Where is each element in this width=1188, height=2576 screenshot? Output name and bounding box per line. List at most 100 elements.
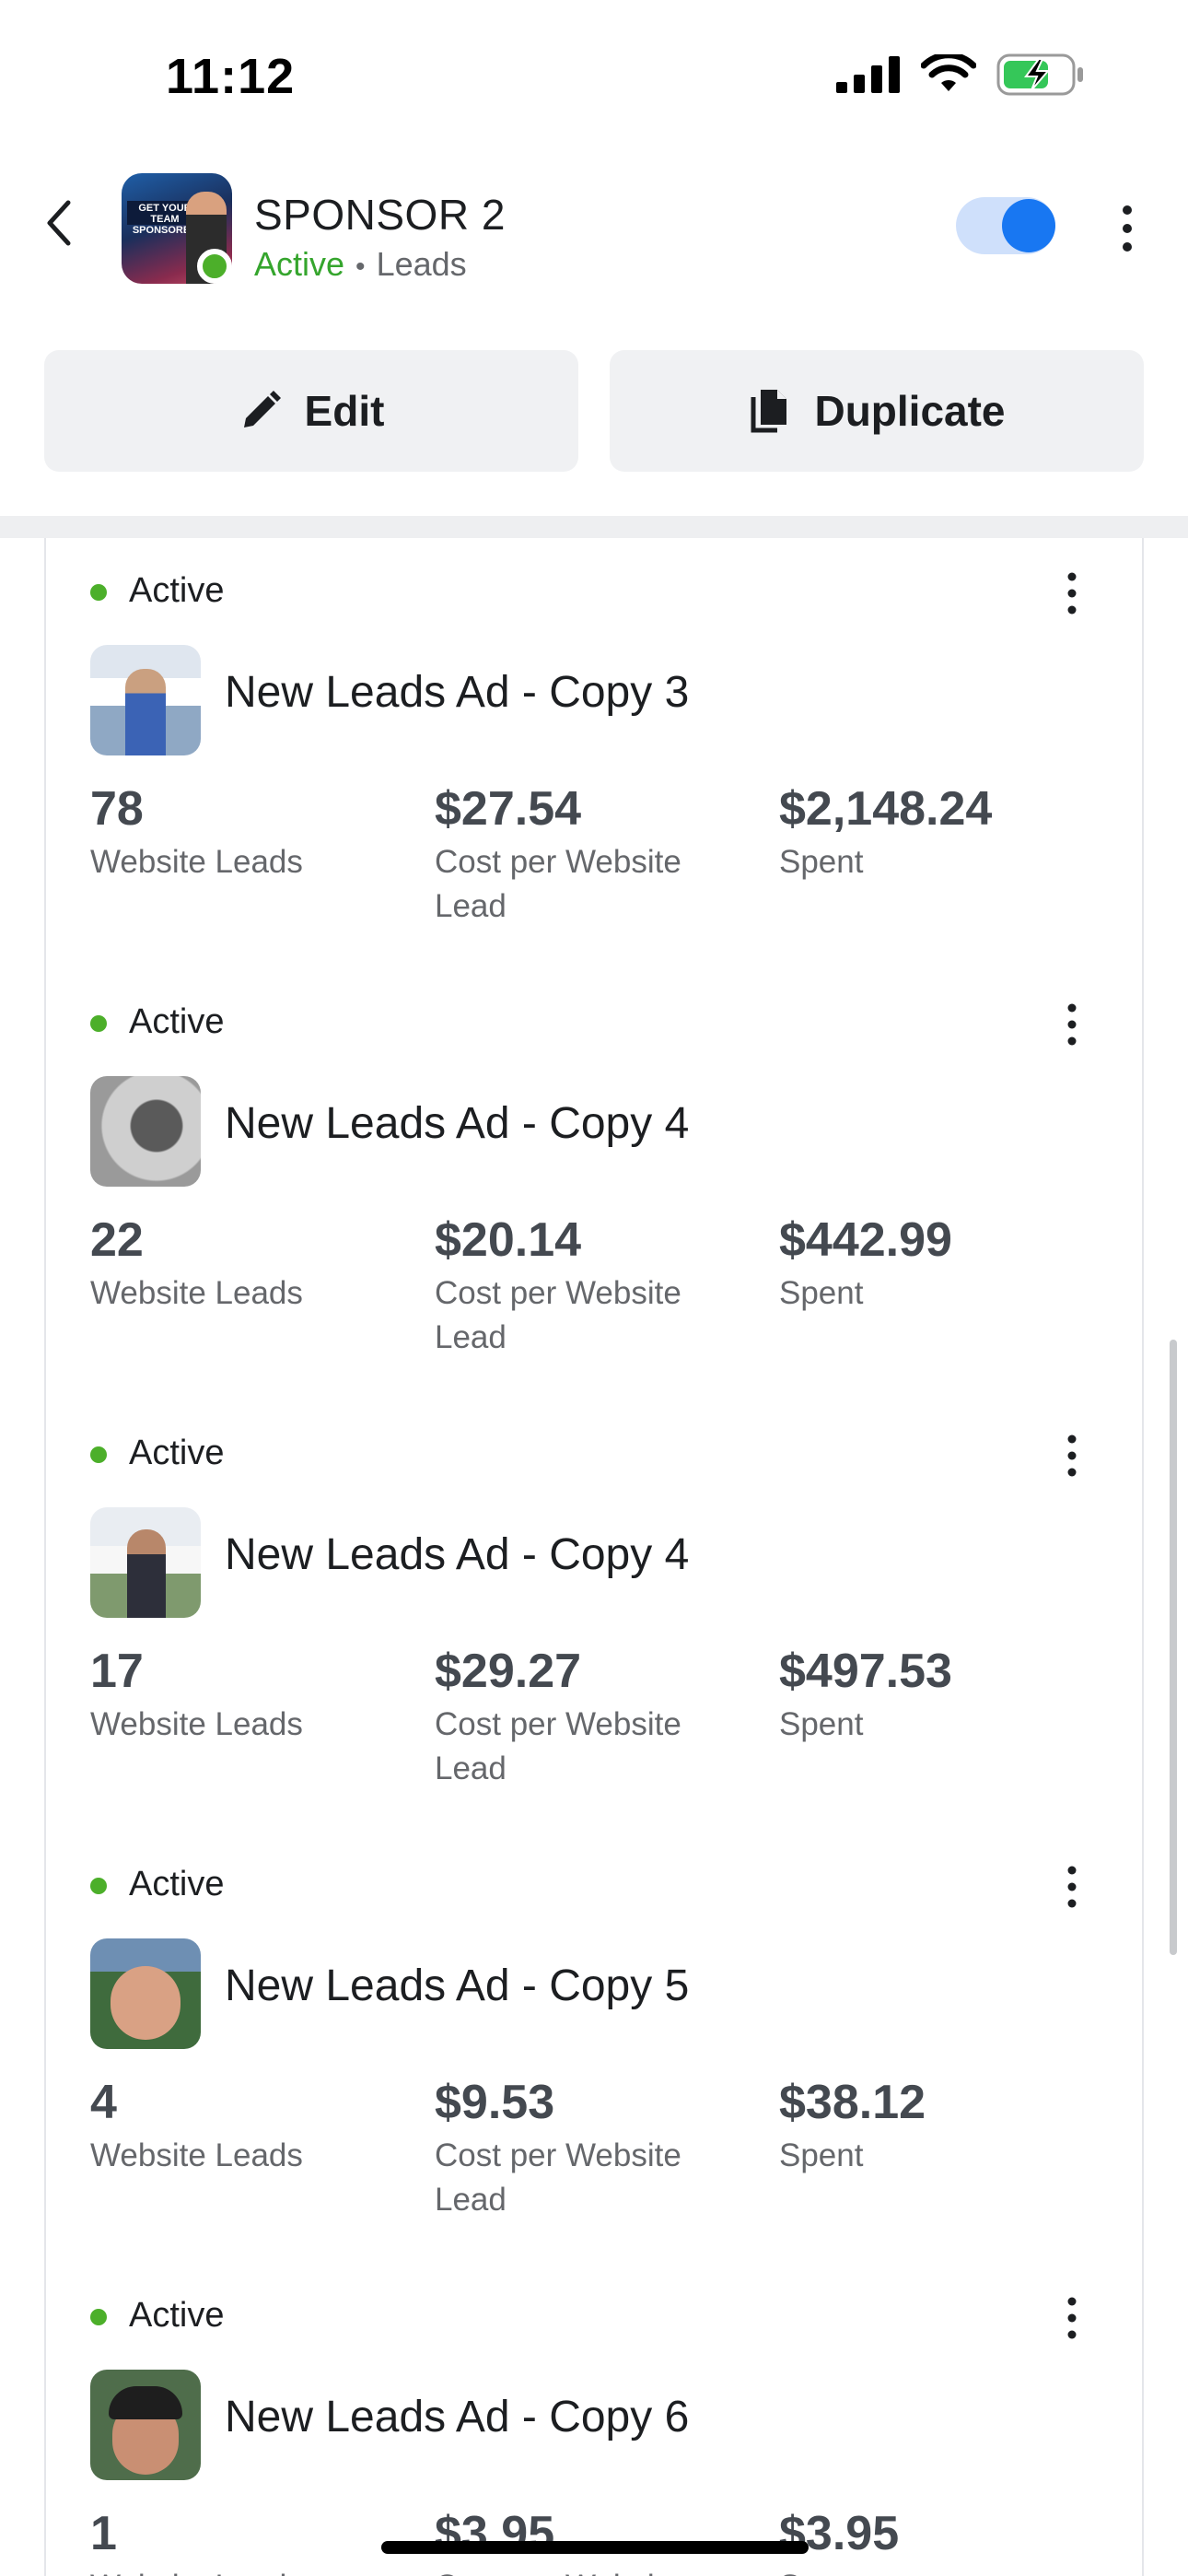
ad-thumbnail bbox=[90, 1938, 201, 2049]
ad-status: Active bbox=[129, 571, 225, 610]
ad-name: New Leads Ad - Copy 5 bbox=[225, 1961, 690, 2010]
more-vertical-icon[interactable] bbox=[1061, 571, 1083, 615]
battery-charging-icon bbox=[996, 53, 1083, 96]
metric-label: Spent bbox=[779, 2565, 1111, 2576]
metric-leads: 78 Website Leads bbox=[90, 781, 422, 884]
metric-label: Website Leads bbox=[90, 1275, 303, 1311]
metric-cost-per-lead: $27.54 Cost per Website Lead bbox=[435, 781, 739, 929]
metric-leads: 4 Website Leads bbox=[90, 2075, 422, 2178]
metric-cost-per-lead: $29.27 Cost per Website Lead bbox=[435, 1644, 739, 1791]
status-dot bbox=[90, 584, 107, 601]
metric-spent: $3.95 Spent bbox=[779, 2506, 1111, 2576]
metric-label: Spent bbox=[779, 1706, 864, 1742]
metric-label: Cost per Website Lead bbox=[435, 844, 681, 924]
campaign-status: Active bbox=[254, 245, 345, 283]
metric-label: Spent bbox=[779, 2137, 864, 2173]
ads-list: Active New Leads Ad - Copy 3 78 Website L… bbox=[44, 538, 1144, 2576]
metric-value: $3.95 bbox=[779, 2507, 900, 2560]
copy-icon bbox=[751, 390, 787, 433]
status-dot bbox=[90, 2309, 107, 2325]
section-divider bbox=[0, 516, 1188, 538]
back-chevron-icon[interactable] bbox=[41, 195, 77, 251]
metric-cost-per-lead: $9.53 Cost per Website Lead bbox=[435, 2075, 739, 2222]
metric-label: Spent bbox=[779, 1275, 864, 1311]
metric-value: $497.53 bbox=[779, 1645, 952, 1698]
metric-value: 17 bbox=[90, 1645, 144, 1698]
campaign-header: GET YOUR TEAM SPONSORED SPONSOR 2 Active… bbox=[0, 157, 1188, 472]
ad-status: Active bbox=[129, 1002, 225, 1041]
metric-spent: $442.99 Spent bbox=[779, 1212, 1111, 1316]
metric-value: 4 bbox=[90, 2076, 117, 2129]
metric-label: Website Leads bbox=[90, 1706, 303, 1742]
metric-label: Website Leads bbox=[90, 2565, 422, 2576]
ad-name: New Leads Ad - Copy 6 bbox=[225, 2393, 690, 2441]
metric-label: Cost per Website Lead bbox=[435, 2565, 739, 2576]
status-icons bbox=[836, 53, 1085, 96]
ad-status: Active bbox=[129, 1865, 225, 1903]
metric-spent: $497.53 Spent bbox=[779, 1644, 1111, 1747]
toggle-knob bbox=[1002, 199, 1055, 252]
metric-value: 1 bbox=[90, 2507, 117, 2560]
metric-value: $29.27 bbox=[435, 1645, 582, 1698]
campaign-subtitle: Active • Leads bbox=[254, 245, 467, 284]
metric-value: 22 bbox=[90, 1213, 144, 1267]
subtitle-separator: • bbox=[355, 252, 366, 282]
metric-value: $20.14 bbox=[435, 1213, 582, 1267]
metric-value: $2,148.24 bbox=[779, 782, 993, 836]
list-item[interactable]: Active New Leads Ad - Copy 4 17 Website L… bbox=[46, 1400, 1142, 1832]
metric-leads: 22 Website Leads bbox=[90, 1212, 422, 1316]
more-vertical-icon[interactable] bbox=[1061, 1434, 1083, 1478]
campaign-title: SPONSOR 2 bbox=[254, 191, 506, 239]
ad-status: Active bbox=[129, 1434, 225, 1472]
ad-name: New Leads Ad - Copy 3 bbox=[225, 668, 690, 717]
metric-value: $442.99 bbox=[779, 1213, 952, 1267]
cellular-signal-icon bbox=[836, 56, 900, 93]
ad-thumbnail bbox=[90, 1507, 201, 1618]
metric-label: Cost per Website Lead bbox=[435, 1275, 681, 1355]
ad-thumbnail bbox=[90, 2370, 201, 2480]
status-dot bbox=[90, 1878, 107, 1894]
ad-status: Active bbox=[129, 2296, 225, 2335]
status-dot bbox=[90, 1015, 107, 1032]
metric-spent: $2,148.24 Spent bbox=[779, 781, 1111, 884]
more-vertical-icon[interactable] bbox=[1114, 201, 1140, 256]
duplicate-button[interactable]: Duplicate bbox=[610, 350, 1144, 472]
ad-name: New Leads Ad - Copy 4 bbox=[225, 1530, 690, 1579]
list-item[interactable]: Active New Leads Ad - Copy 4 22 Website L… bbox=[46, 969, 1142, 1400]
metric-value: $38.12 bbox=[779, 2076, 926, 2129]
more-vertical-icon[interactable] bbox=[1061, 2296, 1083, 2340]
metric-leads: 1 Website Leads bbox=[90, 2506, 422, 2576]
home-indicator[interactable] bbox=[381, 2541, 809, 2554]
edit-button-label: Edit bbox=[304, 387, 385, 435]
list-item[interactable]: Active New Leads Ad - Copy 3 78 Website L… bbox=[46, 538, 1142, 969]
list-item[interactable]: Active New Leads Ad - Copy 5 4 Website Le… bbox=[46, 1832, 1142, 2263]
metric-value: $27.54 bbox=[435, 782, 582, 836]
status-time: 11:12 bbox=[166, 49, 296, 104]
more-vertical-icon[interactable] bbox=[1061, 1865, 1083, 1909]
metric-value: $9.53 bbox=[435, 2076, 555, 2129]
metric-label: Cost per Website Lead bbox=[435, 1706, 681, 1786]
edit-button[interactable]: Edit bbox=[44, 350, 578, 472]
metric-spent: $38.12 Spent bbox=[779, 2075, 1111, 2178]
wifi-icon bbox=[921, 54, 976, 91]
scrollbar[interactable] bbox=[1170, 1340, 1177, 1955]
status-bar: 11:12 bbox=[0, 0, 1188, 157]
metric-label: Website Leads bbox=[90, 2137, 303, 2173]
duplicate-button-label: Duplicate bbox=[814, 387, 1006, 435]
more-vertical-icon[interactable] bbox=[1061, 1002, 1083, 1047]
pencil-icon bbox=[243, 391, 281, 427]
metric-label: Cost per Website Lead bbox=[435, 2137, 681, 2218]
campaign-active-toggle[interactable] bbox=[956, 197, 1055, 254]
metric-label: Spent bbox=[779, 844, 864, 880]
campaign-objective: Leads bbox=[376, 245, 467, 283]
status-dot bbox=[90, 1446, 107, 1463]
ad-thumbnail bbox=[90, 1076, 201, 1187]
metric-value: 78 bbox=[90, 782, 144, 836]
list-item[interactable]: Active New Leads Ad - Copy 6 1 Website Le… bbox=[46, 2263, 1142, 2576]
ad-name: New Leads Ad - Copy 4 bbox=[225, 1099, 690, 1148]
metric-leads: 17 Website Leads bbox=[90, 1644, 422, 1747]
ad-thumbnail bbox=[90, 645, 201, 755]
active-status-dot bbox=[197, 249, 232, 284]
metric-cost-per-lead: $20.14 Cost per Website Lead bbox=[435, 1212, 739, 1360]
metric-label: Website Leads bbox=[90, 844, 303, 880]
